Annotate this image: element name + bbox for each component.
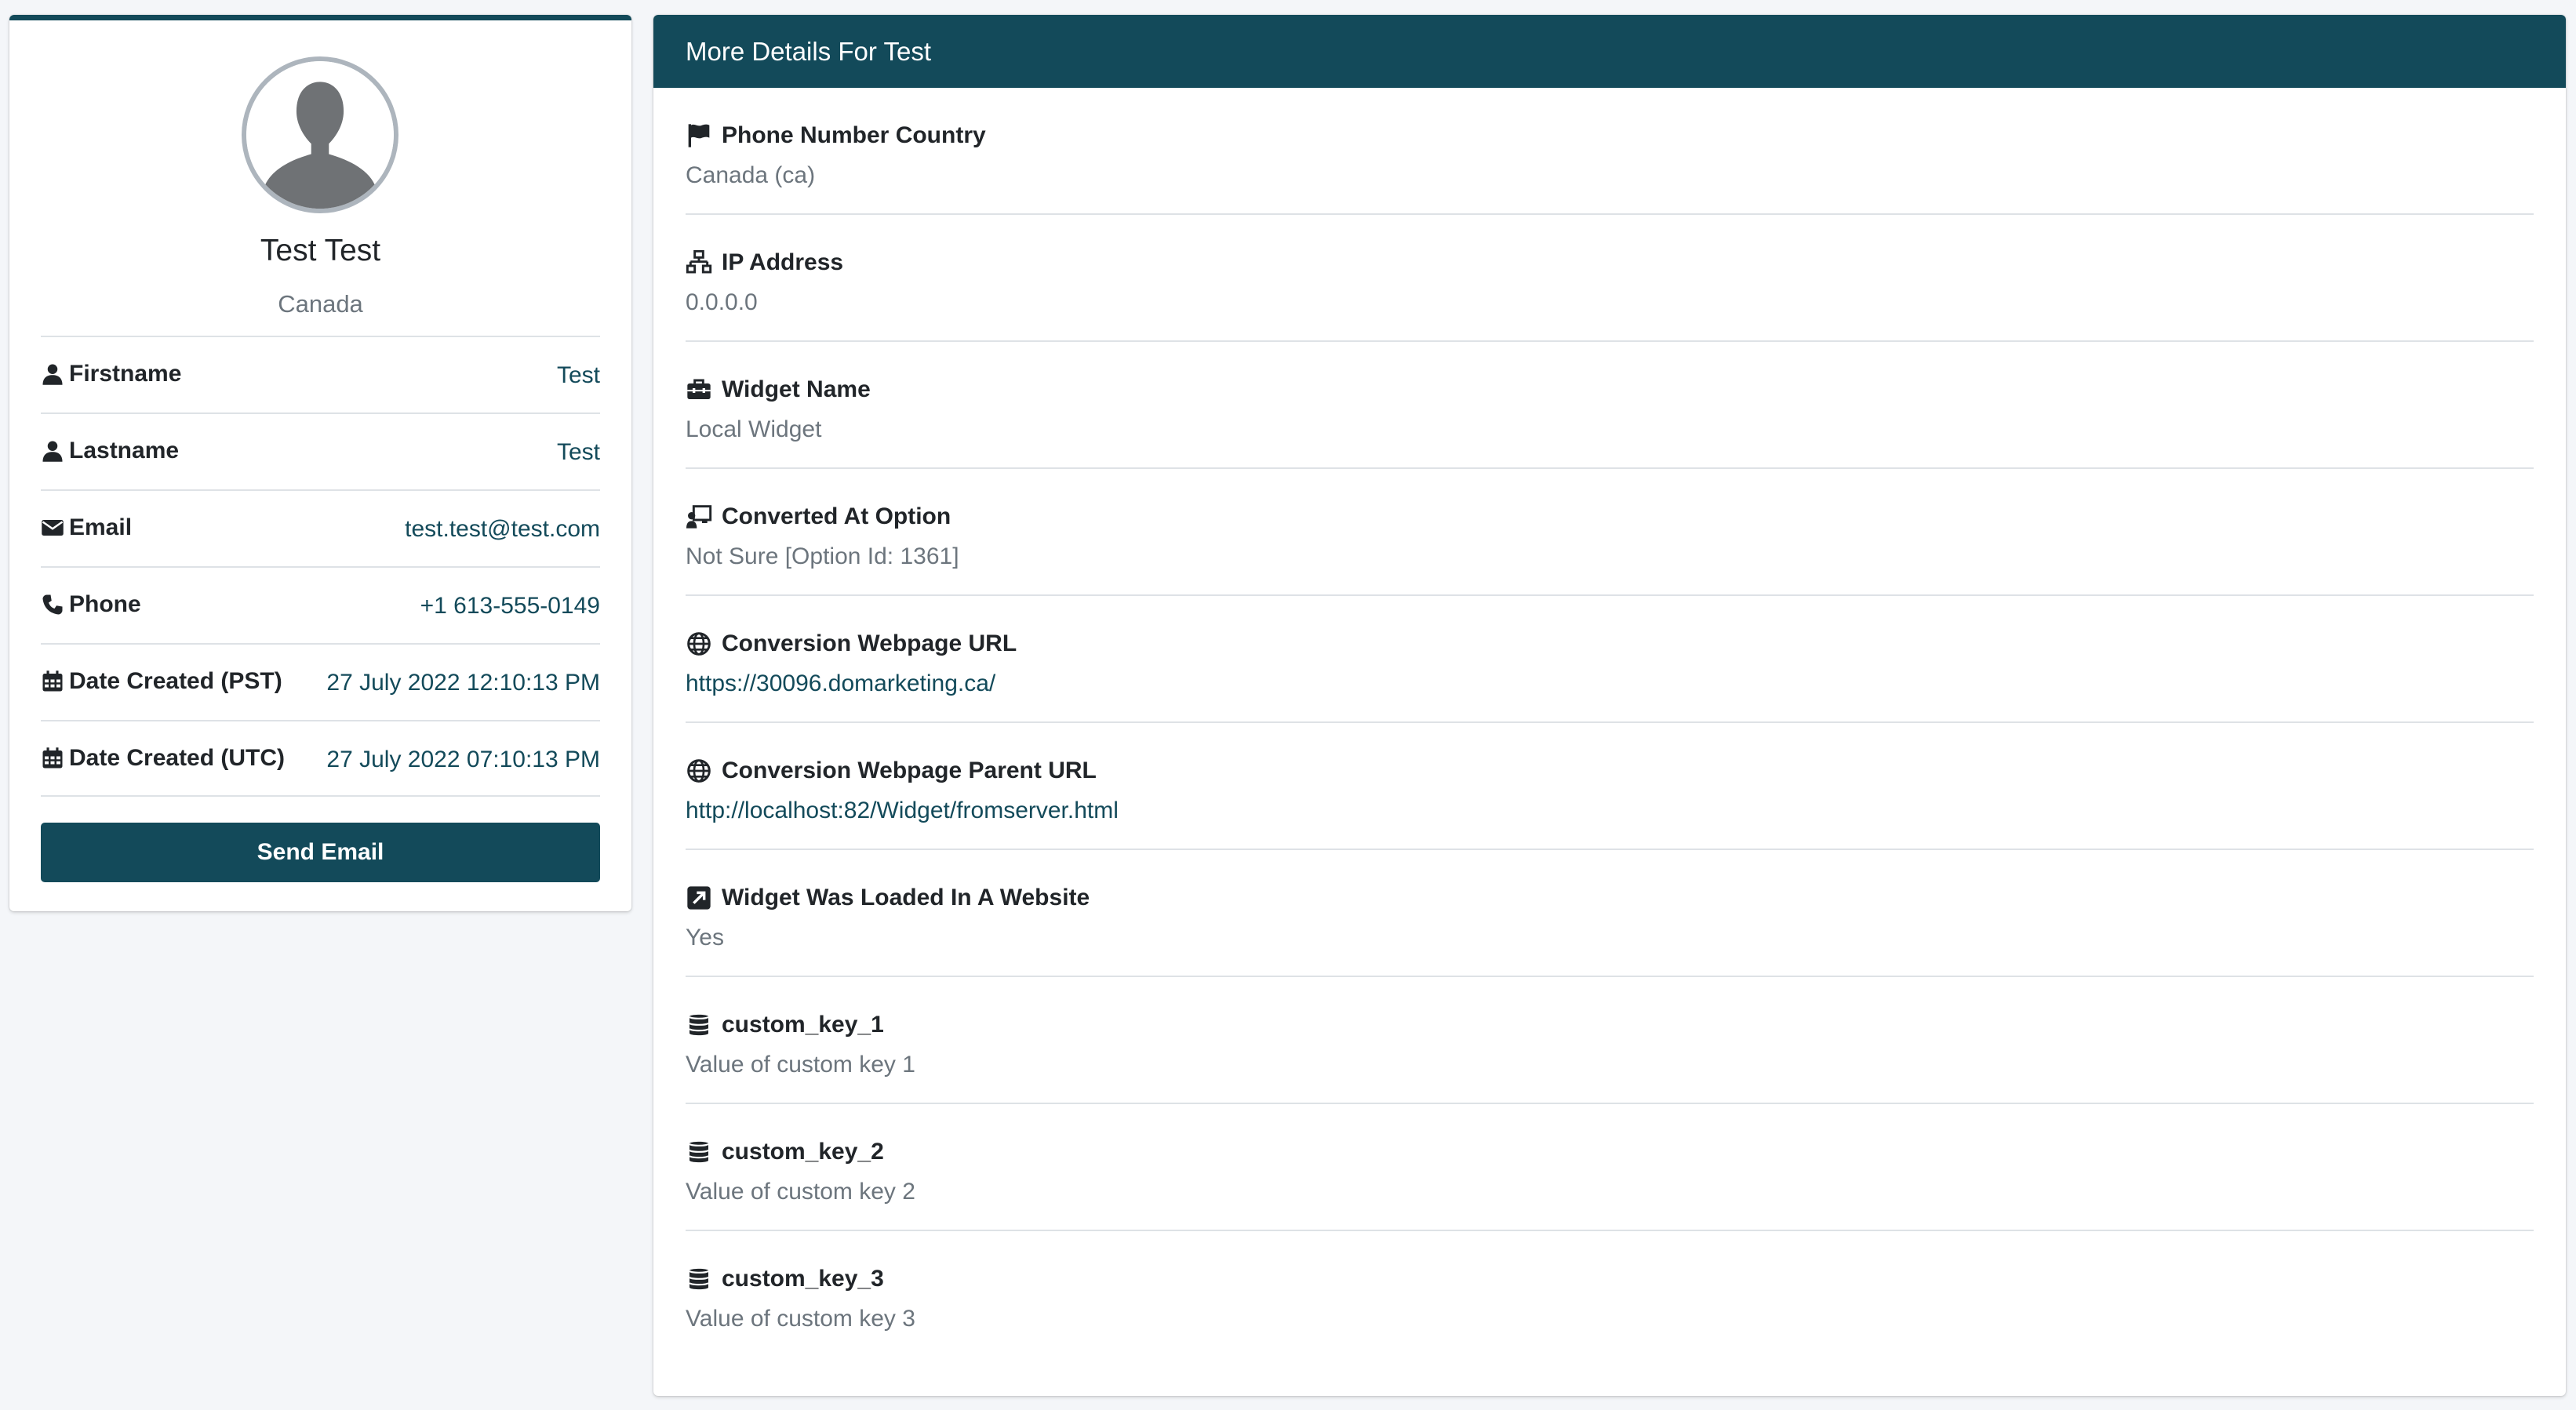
detail-item-widget-name: Widget Name Local Widget bbox=[686, 342, 2534, 469]
info-label-phone: Phone bbox=[41, 591, 141, 618]
detail-value: Local Widget bbox=[686, 416, 822, 442]
detail-title-text: IP Address bbox=[722, 249, 844, 275]
info-label-text: Email bbox=[69, 514, 133, 540]
detail-title-text: Conversion Webpage URL bbox=[722, 631, 1017, 656]
detail-title-text: custom_key_2 bbox=[722, 1139, 884, 1165]
info-label-text: Firstname bbox=[69, 361, 182, 387]
info-label-lastname: Lastname bbox=[41, 438, 179, 464]
conversion-webpage-parent-url-link[interactable]: http://localhost:82/Widget/fromserver.ht… bbox=[686, 798, 1119, 824]
toolbox-icon bbox=[687, 379, 711, 399]
info-row-phone: Phone +1 613-555-0149 bbox=[41, 566, 600, 643]
page: Test Test Canada Firstname Test Lastname… bbox=[0, 0, 2576, 1410]
network-icon bbox=[686, 250, 712, 274]
detail-title-text: Conversion Webpage Parent URL bbox=[722, 758, 1097, 783]
detail-title-text: Widget Was Loaded In A Website bbox=[722, 885, 1090, 910]
detail-item-custom-key-3: custom_key_3 Value of custom key 3 bbox=[686, 1231, 2534, 1358]
user-icon bbox=[42, 364, 63, 385]
detail-title: IP Address bbox=[686, 249, 843, 276]
default-avatar-icon bbox=[246, 61, 394, 209]
detail-title-text: custom_key_1 bbox=[722, 1012, 884, 1038]
profile-card: Test Test Canada Firstname Test Lastname… bbox=[9, 15, 631, 911]
info-row-firstname: Firstname Test bbox=[41, 336, 600, 412]
detail-value: Yes bbox=[686, 925, 724, 950]
detail-value: Value of custom key 1 bbox=[686, 1052, 915, 1077]
database-icon bbox=[688, 1014, 710, 1036]
info-label-text: Date Created (UTC) bbox=[69, 745, 286, 771]
info-label-date-created-utc: Date Created (UTC) bbox=[41, 745, 285, 772]
detail-title: Conversion Webpage Parent URL bbox=[686, 758, 1097, 784]
detail-item-converted-at-option: Converted At Option Not Sure [Option Id:… bbox=[686, 469, 2534, 596]
detail-title: custom_key_1 bbox=[686, 1012, 884, 1038]
info-value-phone[interactable]: +1 613-555-0149 bbox=[420, 593, 600, 620]
envelope-icon bbox=[42, 520, 64, 536]
chalkboard-user-icon bbox=[686, 505, 712, 529]
database-icon bbox=[688, 1268, 710, 1290]
info-value-date-created-pst: 27 July 2022 12:10:13 PM bbox=[326, 670, 600, 696]
detail-title: custom_key_3 bbox=[686, 1266, 884, 1292]
detail-item-custom-key-2: custom_key_2 Value of custom key 2 bbox=[686, 1104, 2534, 1231]
profile-country: Canada bbox=[278, 290, 363, 318]
detail-title: custom_key_2 bbox=[686, 1139, 884, 1165]
info-label-email: Email bbox=[41, 514, 132, 541]
info-label-date-created-pst: Date Created (PST) bbox=[41, 668, 282, 695]
info-value-email[interactable]: test.test@test.com bbox=[405, 516, 600, 543]
detail-value: Not Sure [Option Id: 1361] bbox=[686, 543, 959, 569]
info-row-date-created-pst: Date Created (PST) 27 July 2022 12:10:13… bbox=[41, 643, 600, 720]
info-value-firstname: Test bbox=[556, 362, 600, 388]
info-label-text: Phone bbox=[69, 591, 141, 617]
detail-value: 0.0.0.0 bbox=[686, 289, 758, 315]
detail-value: Value of custom key 2 bbox=[686, 1179, 915, 1205]
detail-item-widget-loaded-in-website: Widget Was Loaded In A Website Yes bbox=[686, 850, 2534, 977]
info-label-firstname: Firstname bbox=[41, 361, 181, 387]
info-row-email: Email test.test@test.com bbox=[41, 489, 600, 566]
profile-name: Test Test bbox=[260, 234, 381, 267]
detail-title-text: Converted At Option bbox=[722, 503, 951, 529]
detail-title: Widget Name bbox=[686, 376, 871, 403]
detail-title-text: Phone Number Country bbox=[722, 122, 986, 148]
info-value-lastname: Test bbox=[556, 439, 600, 465]
info-row-date-created-utc: Date Created (UTC) 27 July 2022 07:10:13… bbox=[41, 720, 600, 797]
phone-icon bbox=[42, 594, 63, 615]
calendar-icon bbox=[42, 747, 63, 769]
globe-icon bbox=[687, 632, 711, 656]
conversion-webpage-url-link[interactable]: https://30096.domarketing.ca/ bbox=[686, 670, 995, 697]
detail-title-text: Widget Name bbox=[722, 376, 871, 402]
profile-info-list: Firstname Test Lastname Test Email test.… bbox=[41, 336, 600, 797]
flag-icon bbox=[688, 124, 710, 147]
calendar-icon bbox=[42, 670, 63, 692]
detail-item-ip-address: IP Address 0.0.0.0 bbox=[686, 215, 2534, 342]
info-label-text: Lastname bbox=[69, 438, 180, 463]
user-icon bbox=[42, 441, 63, 462]
detail-item-phone-number-country: Phone Number Country Canada (ca) bbox=[686, 88, 2534, 215]
detail-title: Converted At Option bbox=[686, 503, 951, 530]
detail-item-conversion-webpage-url: Conversion Webpage URL https://30096.dom… bbox=[686, 596, 2534, 723]
detail-item-custom-key-1: custom_key_1 Value of custom key 1 bbox=[686, 977, 2534, 1104]
info-value-date-created-utc: 27 July 2022 07:10:13 PM bbox=[326, 747, 600, 772]
details-list: Phone Number Country Canada (ca) IP Addr… bbox=[686, 88, 2534, 1358]
external-link-square-icon bbox=[687, 886, 711, 910]
details-card: More Details For Test Phone Number Count… bbox=[653, 15, 2566, 1396]
detail-title: Widget Was Loaded In A Website bbox=[686, 885, 1090, 911]
detail-title: Conversion Webpage URL bbox=[686, 631, 1017, 657]
detail-title-text: custom_key_3 bbox=[722, 1266, 884, 1292]
database-icon bbox=[688, 1141, 710, 1163]
info-label-text: Date Created (PST) bbox=[69, 668, 282, 694]
globe-icon bbox=[687, 759, 711, 783]
info-row-lastname: Lastname Test bbox=[41, 412, 600, 489]
detail-value: Canada (ca) bbox=[686, 162, 816, 188]
detail-title: Phone Number Country bbox=[686, 122, 986, 149]
detail-value: Value of custom key 3 bbox=[686, 1306, 915, 1332]
details-header: More Details For Test bbox=[653, 15, 2566, 88]
detail-item-conversion-webpage-parent-url: Conversion Webpage Parent URL http://loc… bbox=[686, 723, 2534, 850]
send-email-button[interactable]: Send Email bbox=[41, 823, 600, 882]
avatar bbox=[242, 56, 398, 213]
